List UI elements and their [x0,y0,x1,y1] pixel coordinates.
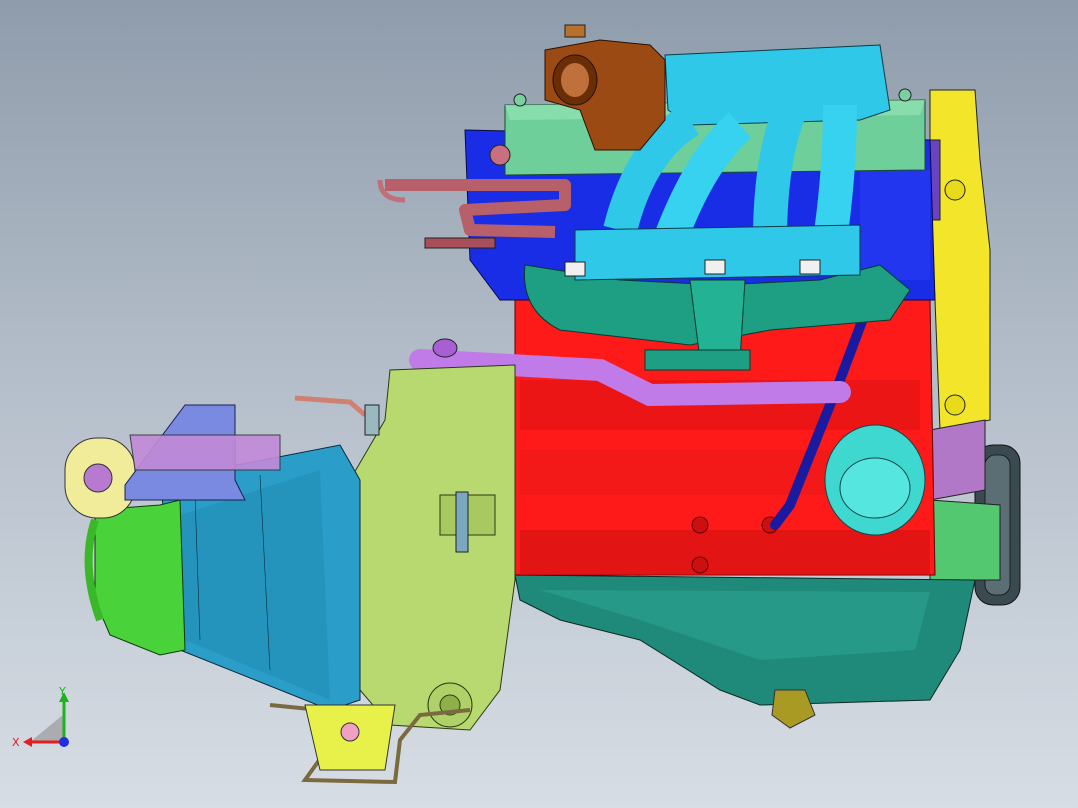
model-viewport[interactable]: Y X [0,0,1078,808]
oil-pan[interactable] [514,574,976,729]
x-axis-label: X [12,736,20,749]
gearbox-end-cover[interactable] [84,499,186,656]
engine-assembly-model[interactable] [0,0,1078,808]
timing-cover[interactable] [924,89,991,431]
z-axis-dot [59,737,69,747]
orientation-triad: Y X [12,685,69,749]
sensor-stud[interactable] [455,491,469,553]
y-axis-label: Y [58,685,66,698]
breather-pipe[interactable] [294,395,380,436]
x-axis-arrow [23,737,32,747]
triad-plane [30,714,64,742]
oil-filter[interactable] [824,424,926,536]
